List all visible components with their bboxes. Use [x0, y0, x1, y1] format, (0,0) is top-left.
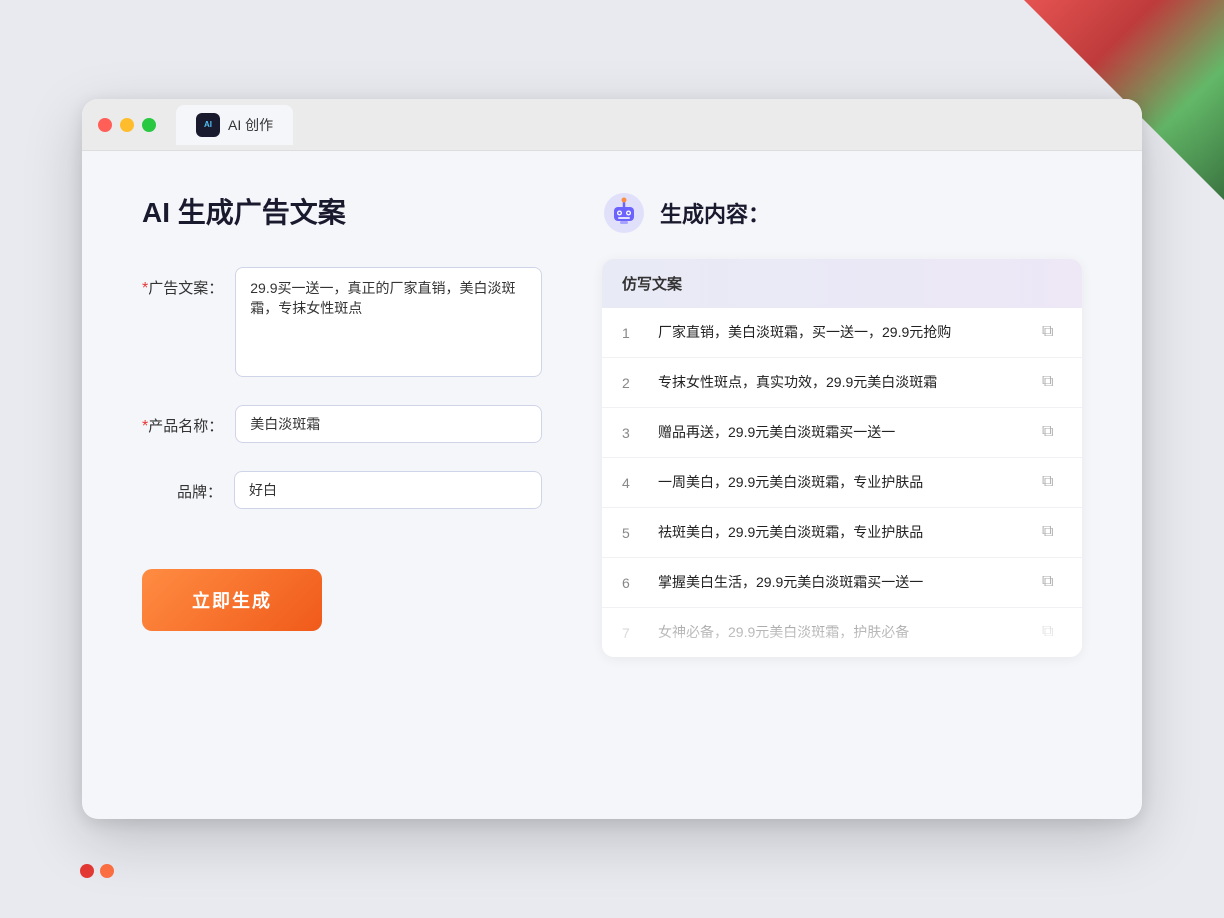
row-text: 赠品再送，29.9元美白淡斑霜买一送一	[658, 422, 1026, 443]
page-title: AI 生成广告文案	[142, 191, 542, 231]
ad-copy-group: *广告文案：	[142, 267, 542, 377]
row-number: 7	[622, 625, 642, 641]
deco-dot-2	[100, 864, 114, 878]
result-row: 5 祛斑美白，29.9元美白淡斑霜，专业护肤品 ⧉	[602, 508, 1082, 558]
result-header: 生成内容：	[602, 191, 1082, 235]
ad-copy-label: *广告文案：	[142, 267, 223, 298]
title-bar: AI 创作	[82, 99, 1142, 151]
traffic-light-close[interactable]	[98, 118, 112, 132]
tab-label: AI 创作	[228, 115, 273, 135]
result-row: 6 掌握美白生活，29.9元美白淡斑霜买一送一 ⧉	[602, 558, 1082, 608]
left-panel: AI 生成广告文案 *广告文案： *产品名称： 品牌： 立	[142, 191, 542, 771]
row-number: 5	[622, 525, 642, 541]
result-row: 4 一周美白，29.9元美白淡斑霜，专业护肤品 ⧉	[602, 458, 1082, 508]
bg-decoration-bottom-left	[80, 864, 114, 878]
product-name-group: *产品名称：	[142, 405, 542, 443]
row-number: 1	[622, 325, 642, 341]
result-row: 2 专抹女性斑点，真实功效，29.9元美白淡斑霜 ⧉	[602, 358, 1082, 408]
copy-button[interactable]: ⧉	[1042, 473, 1062, 493]
browser-window: AI 创作 AI 生成广告文案 *广告文案： *产品名称：	[82, 99, 1142, 819]
deco-dot-1	[80, 864, 94, 878]
traffic-light-maximize[interactable]	[142, 118, 156, 132]
row-number: 4	[622, 475, 642, 491]
row-text: 祛斑美白，29.9元美白淡斑霜，专业护肤品	[658, 522, 1026, 543]
result-row: 3 赠品再送，29.9元美白淡斑霜买一送一 ⧉	[602, 408, 1082, 458]
row-text: 专抹女性斑点，真实功效，29.9元美白淡斑霜	[658, 372, 1026, 393]
result-row: 7 女神必备，29.9元美白淡斑霜，护肤必备 ⧉	[602, 608, 1082, 657]
result-section-title: 生成内容：	[660, 197, 770, 229]
results-table: 仿写文案 1 厂家直销，美白淡斑霜，买一送一，29.9元抢购 ⧉ 2 专抹女性斑…	[602, 259, 1082, 657]
robot-icon	[602, 191, 646, 235]
result-row: 1 厂家直销，美白淡斑霜，买一送一，29.9元抢购 ⧉	[602, 308, 1082, 358]
row-number: 3	[622, 425, 642, 441]
traffic-lights	[98, 118, 156, 132]
right-panel: 生成内容： 仿写文案 1 厂家直销，美白淡斑霜，买一送一，29.9元抢购 ⧉ 2…	[602, 191, 1082, 771]
row-number: 6	[622, 575, 642, 591]
copy-button[interactable]: ⧉	[1042, 373, 1062, 393]
row-text: 厂家直销，美白淡斑霜，买一送一，29.9元抢购	[658, 322, 1026, 343]
product-name-label: *产品名称：	[142, 405, 223, 436]
copy-button[interactable]: ⧉	[1042, 523, 1062, 543]
traffic-light-minimize[interactable]	[120, 118, 134, 132]
row-text: 一周美白，29.9元美白淡斑霜，专业护肤品	[658, 472, 1026, 493]
ad-copy-input[interactable]	[235, 267, 542, 377]
results-table-header: 仿写文案	[602, 259, 1082, 308]
ai-tab-icon	[196, 113, 220, 137]
copy-button[interactable]: ⧉	[1042, 623, 1062, 643]
brand-input[interactable]	[234, 471, 542, 509]
browser-tab[interactable]: AI 创作	[176, 105, 293, 145]
copy-button[interactable]: ⧉	[1042, 573, 1062, 593]
brand-group: 品牌：	[142, 471, 542, 509]
copy-button[interactable]: ⧉	[1042, 423, 1062, 443]
main-content: AI 生成广告文案 *广告文案： *产品名称： 品牌： 立	[82, 151, 1142, 811]
brand-label: 品牌：	[142, 471, 222, 502]
generate-button[interactable]: 立即生成	[142, 569, 322, 631]
row-text: 女神必备，29.9元美白淡斑霜，护肤必备	[658, 622, 1026, 643]
row-number: 2	[622, 375, 642, 391]
product-name-input[interactable]	[235, 405, 542, 443]
copy-button[interactable]: ⧉	[1042, 323, 1062, 343]
row-text: 掌握美白生活，29.9元美白淡斑霜买一送一	[658, 572, 1026, 593]
